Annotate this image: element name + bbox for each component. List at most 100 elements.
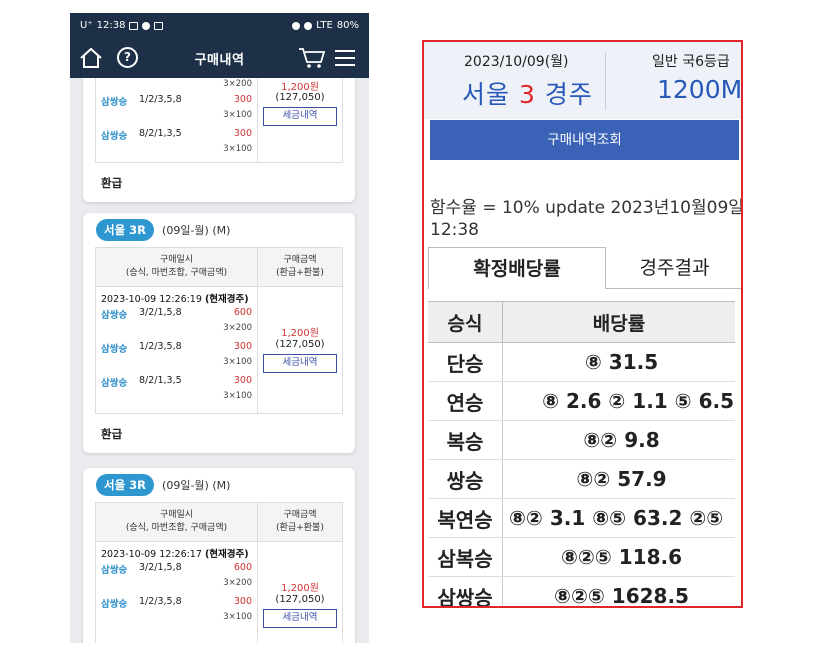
header-text: 구매금액 [283,510,317,520]
purchase-history-button[interactable]: 구매내역조회 [430,120,739,160]
home-icon[interactable] [79,46,103,70]
race-badge: 서울 3R [96,474,155,496]
cart-icon[interactable] [298,46,326,70]
bet-sub: 3×100 [223,612,252,622]
bet-row: 삼쌍승 1/2/3,5,8 300 3×100 [96,594,257,628]
header-text: 구매일시 [159,255,194,265]
gallery-icon [129,21,139,30]
app-bar: ? 구매내역 [70,38,369,78]
race-grade: 일반 국6등급 [652,54,730,70]
battery-label: 80% [336,20,359,31]
bet-type: 삼쌍승 [101,310,128,321]
bet-sub: 3×200 [223,578,252,588]
bet-combo: 8/2/1,3,5 [139,375,182,386]
table-row: 삼복승 ⑧②⑤ 118.6 [428,537,735,577]
tax-detail-button[interactable]: 세금내역 [263,609,337,628]
purchase-card-partial: 3×200 삼쌍승 1/2/3,5,8 300 3×100 삼쌍승 8/2/1,… [83,78,355,202]
table-row: 쌍승 ⑧② 57.9 [428,459,735,499]
odds-value: ⑧②⑤ 118.6 [502,537,735,577]
purchase-amount: 1,200원 [281,583,319,594]
odds-value: ⑧② 57.9 [502,459,735,499]
signal-label: LTE [316,20,333,31]
divider [605,52,606,110]
bet-amount: 300 [233,341,252,352]
bet-combo: 1/2/3,5,8 [139,341,182,352]
tax-detail-button[interactable]: 세금내역 [263,354,337,373]
bet-sub: 3×200 [223,323,252,333]
bet-sub: 3×100 [223,391,252,401]
purchase-time: 2023-10-09 12:26:19 (현재경주) [96,287,257,305]
odds-value: ⑧② 3.1 ⑧⑤ 63.2 ②⑤ [502,498,735,538]
bet-sub: 3×100 [223,144,252,154]
status-bar: U⁺ 12:38 LTE 80% [70,13,369,38]
race-date: (09일-월) (M) [162,224,231,237]
hamburger-menu-icon[interactable] [335,50,355,71]
table-row: 연승 ⑧ 2.6 ② 1.1 ⑤ 6.5 [428,381,735,421]
table-row: 복연승 ⑧② 3.1 ⑧⑤ 63.2 ②⑤ [428,498,735,538]
purchase-card: 서울 3R (09일-월) (M) 구매일시 (승식, 마번조합, 구매금액) … [83,213,355,453]
header-subtext: (환급+환불) [276,268,324,278]
odds-table: 승식 배당률 단승 ⑧ 31.5 연승 ⑧ 2.6 ② 1.1 ⑤ 6.5 복승… [428,301,735,606]
table-row: 삼쌍승 ⑧②⑤ 1628.5 [428,576,735,606]
table-row: 단승 ⑧ 31.5 [428,342,735,382]
column-header-right: 구매금액 (환급+환불) [258,503,342,542]
bet-type: 삼쌍승 [101,565,128,576]
tab-race-result[interactable]: 경주결과 [606,247,741,289]
bet-type: 연승 [428,381,503,421]
bet-row: 삼쌍승 3/2/1,5,8 600 3×200 [96,305,257,339]
vibrate-icon [304,21,313,30]
bet-type: 복연승 [428,498,503,538]
header-subtext: (승식, 마번조합, 구매금액) [125,268,228,278]
bet-amount: 300 [233,375,252,386]
refund-label: 환급 [101,176,123,190]
purchase-datetime: 2023-10-09 12:26:17 [101,549,202,560]
column-header-left: 구매일시 (승식, 마번조합, 구매금액) [96,503,257,542]
purchase-amount: 1,200원 [281,328,319,339]
refund-amount: (127,050) [275,594,325,605]
column-header-bet-type: 승식 [428,301,503,343]
bet-combo: 3/2/1,5,8 [139,307,182,318]
header-text: 구매금액 [283,255,317,265]
bet-amount: 300 [233,596,252,607]
current-race-tag: (현재경주) [204,549,249,560]
table-row: 복승 ⑧② 9.8 [428,420,735,460]
header-subtext: (승식, 마번조합, 구매금액) [125,523,228,533]
tab-final-odds[interactable]: 확정배당률 [428,247,606,289]
bet-type: 단승 [428,342,503,382]
bet-row: 삼쌍승 1/2/3,5,8 300 3×100 [96,92,257,126]
update-line: 함수율 = 10% update 2023년10월09일 [430,198,741,218]
page-title: 구매내역 [194,52,245,68]
current-race-tag: (현재경주) [204,294,249,305]
bet-row: 삼쌍승 8/2/1,3,5 300 3×100 [96,126,257,160]
race-title: 서울 3 경주 [462,75,593,111]
column-header-left: 구매일시 (승식, 마번조합, 구매금액) [96,248,257,287]
bet-type: 복승 [428,420,503,460]
bet-amount: 600 [233,562,252,573]
track-name: 서울 [462,80,511,109]
refund-amount: (127,050) [275,92,325,103]
bet-amount: 300 [233,94,252,105]
purchase-time: 2023-10-09 12:26:17 (현재경주) [96,542,257,560]
help-icon[interactable]: ? [117,47,138,68]
refund-label: 환급 [101,427,123,441]
odds-value: ⑧② 9.8 [502,420,735,460]
bet-combo: 8/2/1,3,5 [139,128,182,139]
alarm-icon [292,21,301,30]
bet-type: 삼쌍승 [101,131,128,142]
column-header-odds: 배당률 [502,301,735,343]
bet-amount: 600 [233,307,252,318]
race-date: (09일-월) (M) [162,479,231,492]
bet-amount: 300 [233,128,252,139]
bet-row: 삼쌍승 3/2/1,5,8 600 3×200 [96,560,257,594]
race-info: 2023/10/09(월) 일반 국6등급 서울 3 경주 1200M [424,42,741,119]
race-distance: 1200M [657,75,743,104]
bet-row: 삼쌍승 8/2/1,3,5 300 3×100 [96,373,257,407]
bet-sub: 3×200 [223,79,252,89]
odds-value: ⑧ 31.5 [502,342,735,382]
bet-row: 삼쌍승 1/2/3,5,8 300 3×100 [96,339,257,373]
bet-type: 삼복승 [428,537,503,577]
clock: 12:38 [96,20,126,31]
bet-sub: 3×100 [223,357,252,367]
tax-detail-button[interactable]: 세금내역 [263,107,337,126]
column-header-right: 구매금액 (환급+환불) [258,248,342,287]
